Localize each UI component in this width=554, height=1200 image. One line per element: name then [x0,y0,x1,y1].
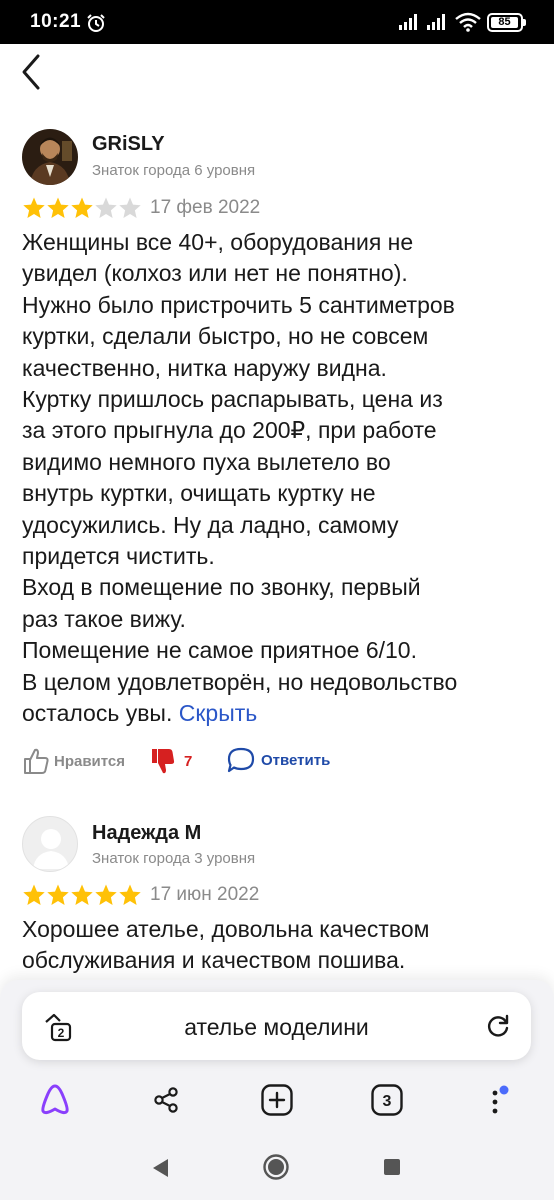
signal-icon [427,14,445,30]
tabs-icon: 3 [371,1084,403,1116]
star-icon [23,197,45,218]
tabs-mini-count: 2 [58,1026,65,1040]
system-nav-bar [0,1135,554,1200]
dislike-button[interactable]: 7 [150,746,192,776]
author-name[interactable]: Надежда М [92,822,201,845]
star-icon [47,197,69,218]
review-text: Хорошее ателье, довольна качеством обслу… [22,916,430,974]
alice-button[interactable] [33,1078,77,1122]
reply-label: Ответить [261,751,331,769]
review-text: Женщины все 40+, оборудования не увидел … [22,227,542,730]
battery-icon: 85 [487,13,523,32]
nav-back-icon[interactable] [150,1157,170,1179]
share-icon [154,1087,178,1113]
wifi-icon [455,12,481,32]
review-date: 17 фев 2022 [150,197,261,218]
plus-icon [261,1084,293,1116]
reload-icon[interactable] [485,1013,511,1039]
like-label: Нравится [54,752,126,770]
back-button[interactable] [14,52,50,92]
alarm-icon [87,14,105,32]
rating-stars [22,883,142,907]
browser-toolbar: 3 [0,1078,554,1122]
star-icon [95,197,117,218]
hide-link[interactable]: Скрыть [179,700,258,726]
alice-icon [41,1084,69,1115]
author-level: Знаток города 3 уровня [92,850,256,867]
star-icon [71,197,93,218]
comment-icon [227,747,255,773]
author-name[interactable]: GRiSLY [92,133,165,156]
tabs-count: 3 [383,1093,392,1110]
status-bar: 10:21 85 [0,0,554,44]
new-tab-button[interactable] [255,1078,299,1122]
avatar[interactable] [22,129,78,185]
battery-level: 85 [498,16,511,28]
tabs-switcher-icon[interactable]: 2 [42,1012,76,1042]
rating-stars [22,196,142,220]
star-icon [71,884,93,905]
review-date: 17 июн 2022 [150,884,260,905]
thumbs-down-icon [152,749,175,774]
address-bar[interactable]: 2 ателье моделини [22,992,531,1060]
reply-button[interactable]: Ответить [227,746,330,774]
star-icon [95,884,117,905]
avatar[interactable] [22,816,78,872]
more-vertical-icon [492,1085,509,1114]
review-body: Женщины все 40+, оборудования не увидел … [22,229,458,727]
star-icon [23,884,45,905]
star-icon [119,197,141,218]
tabs-button[interactable]: 3 [365,1078,409,1122]
thumbs-up-icon [24,748,49,774]
author-level: Знаток города 6 уровня [92,162,256,179]
signal-icon [399,14,417,30]
star-icon [47,884,69,905]
notification-dot [499,1085,509,1095]
dislike-count: 7 [184,752,193,770]
nav-home-icon[interactable] [262,1153,290,1181]
star-icon [119,884,141,905]
menu-button[interactable] [476,1078,520,1122]
like-button[interactable]: Нравится [22,746,125,776]
browser-bottom-panel: 2 ателье моделини 3 [0,980,554,1135]
nav-recent-icon[interactable] [384,1159,400,1175]
status-time: 10:21 [30,11,82,32]
share-button[interactable] [144,1078,188,1122]
address-text[interactable]: ателье моделини [92,1014,461,1041]
